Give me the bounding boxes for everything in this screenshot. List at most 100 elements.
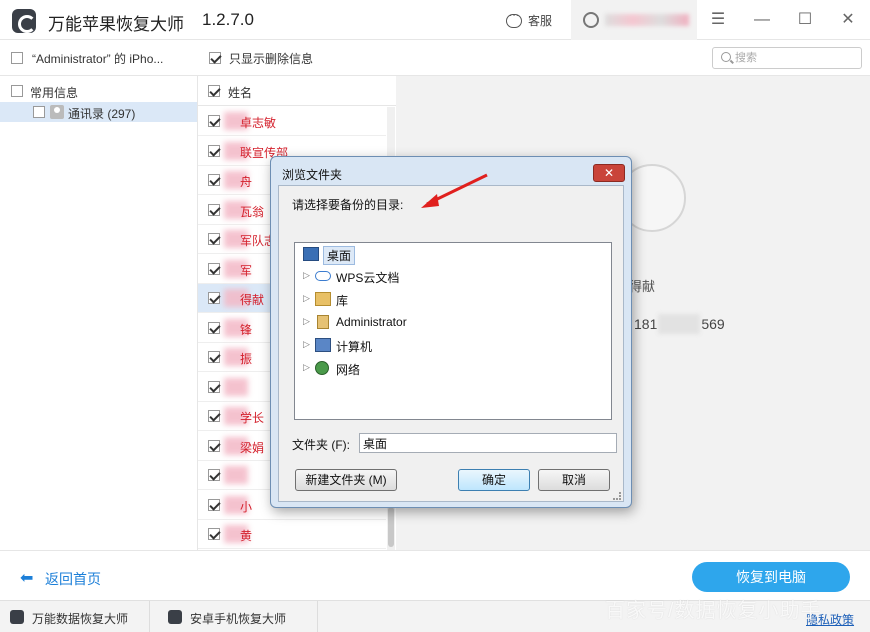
close-button[interactable]: ✕ [836, 8, 860, 32]
contact-name-cell: 黄 [240, 529, 253, 543]
contact-name-cell: 得献 [240, 293, 265, 307]
expand-arrow-icon[interactable]: ▷ [303, 362, 310, 373]
dialog-body: 请选择要备份的目录: 桌面 ▷ WPS云文档 ▷ 库 ▷ Administrat… [278, 173, 624, 502]
dialog-close-button[interactable]: ✕ [593, 164, 625, 182]
maximize-button[interactable]: ☐ [793, 8, 817, 32]
row-checkbox[interactable] [208, 144, 220, 157]
app-title: 万能苹果恢复大师 [48, 15, 184, 34]
row-checkbox[interactable] [208, 321, 220, 334]
ok-button[interactable]: 确定 [458, 469, 530, 491]
expand-arrow-icon[interactable]: ▷ [303, 293, 310, 304]
expand-arrow-icon[interactable]: ▷ [303, 339, 310, 350]
new-folder-button[interactable]: 新建文件夹 (M) [295, 469, 397, 491]
device-checkbox[interactable] [11, 52, 23, 64]
dialog-prompt: 请选择要备份的目录: [292, 198, 404, 212]
computer-icon [315, 338, 331, 352]
contact-name: 得献 [629, 279, 656, 294]
user-name-redacted [605, 14, 689, 26]
category-label: 常用信息 [30, 86, 79, 100]
contacts-checkbox[interactable] [33, 106, 45, 118]
user-folder-icon [317, 315, 329, 329]
bottom-bar: ⬅ 返回首页 恢复到电脑 [0, 550, 870, 600]
row-checkbox[interactable] [208, 410, 220, 422]
row-checkbox[interactable] [208, 174, 220, 186]
expand-arrow-icon[interactable]: ▷ [303, 270, 310, 281]
search-icon [721, 52, 731, 62]
expand-arrow-icon[interactable]: ▷ [303, 316, 310, 327]
row-checkbox[interactable] [208, 528, 220, 540]
minimize-button[interactable]: — [750, 8, 774, 32]
app-logo-icon [12, 9, 36, 33]
folder-node-label: 库 [336, 294, 349, 308]
category-tree: 常用信息 通讯录 (297) [0, 76, 198, 550]
contacts-icon [50, 105, 64, 119]
folder-field[interactable] [359, 433, 617, 453]
resize-grip[interactable] [613, 492, 621, 500]
folder-tree[interactable]: 桌面 ▷ WPS云文档 ▷ 库 ▷ Administrator ▷ 计算机 ▷ … [294, 242, 612, 420]
dialog-title: 浏览文件夹 [282, 168, 343, 182]
tree-item-contacts[interactable]: 通讯录 (297) [0, 102, 197, 122]
device-label: “Administrator” 的 iPho... [32, 52, 164, 66]
library-icon [315, 292, 331, 306]
contact-name-cell: 瓦翁 [240, 204, 265, 219]
menu-button[interactable]: ☰ [706, 8, 730, 32]
row-checkbox[interactable] [208, 469, 220, 481]
phone-prefix: 181 [634, 316, 658, 332]
folder-node-label: 网络 [336, 363, 361, 377]
contact-name-cell: 锋 [240, 322, 253, 337]
contact-name-cell: 卓志敏 [240, 116, 277, 130]
contact-name-cell: 军 [240, 263, 253, 278]
list-item[interactable]: 卓志敏 [198, 107, 386, 136]
row-checkbox[interactable] [208, 203, 220, 216]
list-scroll-thumb[interactable] [388, 507, 394, 547]
footer-link-data-recovery[interactable]: 万能数据恢复大师 [0, 601, 150, 632]
row-checkbox[interactable] [208, 292, 220, 304]
red-arrow-annotation-icon [421, 173, 488, 208]
phone-suffix: 569 [701, 316, 725, 332]
chat-icon [506, 10, 522, 28]
row-checkbox[interactable] [208, 498, 220, 511]
footer-item-2-label: 安卓手机恢复大师 [190, 612, 287, 626]
list-item[interactable]: 黄 [198, 520, 386, 549]
deleted-only-label[interactable]: 只显示删除信息 [229, 50, 313, 67]
folder-node-label: Administrator [336, 315, 407, 329]
folder-node-label: 桌面 [323, 246, 356, 265]
folder-node-label: 计算机 [336, 340, 373, 354]
contact-name-cell: 梁娟 [240, 440, 265, 455]
search-input[interactable] [735, 50, 855, 66]
cancel-button[interactable]: 取消 [538, 469, 610, 491]
app-version: 1.2.7.0 [202, 10, 254, 29]
row-checkbox[interactable] [208, 262, 220, 275]
row-checkbox[interactable] [208, 439, 220, 452]
restore-to-pc-button[interactable]: 恢复到电脑 [692, 562, 850, 592]
customer-service-label: 客服 [528, 14, 553, 28]
footer-link-android-recovery[interactable]: 安卓手机恢复大师 [150, 601, 318, 632]
category-checkbox[interactable] [11, 85, 23, 97]
user-avatar-icon [583, 12, 599, 28]
customer-service-button[interactable]: 客服 [506, 10, 553, 29]
list-header: 姓名 [198, 76, 396, 106]
contact-name-cell: 小 [240, 499, 253, 514]
row-checkbox[interactable] [208, 351, 220, 363]
back-home-link[interactable]: 返回首页 [45, 569, 101, 589]
title-bar: 万能苹果恢复大师 1.2.7.0 客服 ☰ — ☐ ✕ [0, 0, 870, 40]
name-redacted [224, 377, 248, 396]
data-recovery-logo-icon [10, 610, 24, 624]
browse-folder-dialog: 浏览文件夹 ✕ 请选择要备份的目录: 桌面 ▷ WPS云文档 ▷ 库 ▷ Adm… [270, 156, 632, 508]
watermark: 百家号/数据恢复小助手 [605, 600, 822, 622]
android-recovery-logo-icon [168, 610, 182, 624]
cloud-icon [315, 271, 331, 281]
footer-item-1-label: 万能数据恢复大师 [32, 612, 129, 626]
network-icon [315, 361, 329, 375]
desktop-icon [303, 247, 319, 261]
deleted-only-checkbox[interactable] [209, 52, 221, 64]
row-checkbox[interactable] [208, 380, 220, 393]
row-checkbox[interactable] [208, 115, 220, 127]
row-checkbox[interactable] [208, 233, 220, 245]
user-account-area[interactable] [571, 0, 697, 40]
back-arrow-icon[interactable]: ⬅ [20, 568, 33, 588]
select-all-checkbox[interactable] [208, 85, 220, 97]
contact-name-cell: 舟 [240, 175, 253, 189]
search-box[interactable] [712, 47, 862, 69]
folder-node-label: WPS云文档 [336, 271, 400, 285]
